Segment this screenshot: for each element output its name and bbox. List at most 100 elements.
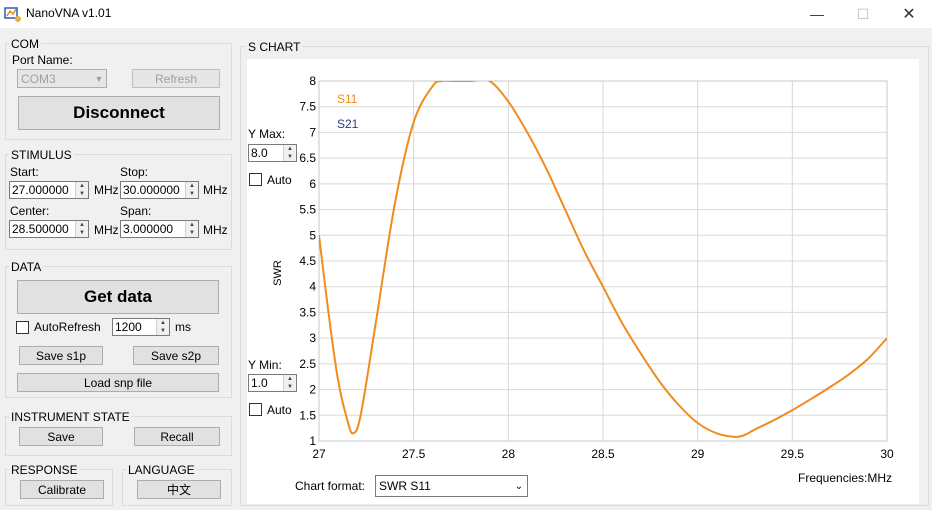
x-tick-label: 29 [691, 447, 705, 461]
y-tick-label: 7 [309, 125, 316, 139]
y-tick-label: 3 [309, 331, 316, 345]
stimulus-group-label: STIMULUS [9, 148, 74, 162]
ymin-auto-checkbox[interactable] [249, 403, 262, 416]
span-value: 3.000000 [123, 222, 174, 236]
ymin-auto-label: Auto [267, 403, 292, 417]
x-tick-label: 28.5 [591, 447, 615, 461]
swr-chart: 1 1.5 2 2.5 3 3.5 4 4.5 5 5.5 6 6.5 7 7.5 8 27 27.5 28 28.… [272, 74, 894, 461]
ymax-field[interactable]: 8.0 ▲ ▼ [248, 144, 297, 162]
span-label: Span: [120, 204, 152, 218]
center-label: Center: [10, 204, 50, 218]
start-field[interactable]: 27.000000 ▲ ▼ [9, 181, 89, 199]
y-tick-label: 6 [309, 177, 316, 191]
minimize-icon: — [810, 6, 824, 22]
window-title: NanoVNA v1.01 [26, 6, 112, 20]
x-tick-label: 27.5 [402, 447, 426, 461]
ymin-value: 1.0 [251, 376, 268, 390]
chart-panel: 1 1.5 2 2.5 3 3.5 4 4.5 5 5.5 6 6.5 7 7.5 8 27 27.5 28 28.… [247, 59, 919, 504]
port-name-label: Port Name: [12, 53, 73, 67]
chevron-down-icon: ▼ [94, 73, 104, 84]
legend-s21: S21 [337, 117, 359, 131]
disconnect-button[interactable]: Disconnect [18, 96, 220, 130]
stop-label: Stop: [120, 165, 149, 179]
com-group-label: COM [9, 37, 41, 51]
span-unit: MHz [203, 223, 228, 237]
start-unit: MHz [94, 183, 119, 197]
span-field[interactable]: 3.000000 ▲ ▼ [120, 220, 199, 238]
ymax-auto-checkbox[interactable] [249, 173, 262, 186]
spinner-icon[interactable]: ▲ ▼ [185, 221, 198, 237]
y-tick-label: 4 [309, 280, 316, 294]
stop-value: 30.000000 [123, 183, 180, 197]
ymax-value: 8.0 [251, 146, 268, 160]
center-field[interactable]: 28.500000 ▲ ▼ [9, 220, 89, 238]
chart-format-label: Chart format: [295, 479, 366, 493]
y-tick-label: 1 [309, 434, 316, 448]
save-s1p-button[interactable]: Save s1p [19, 346, 103, 365]
freq-unit-label: Frequencies:MHz [798, 471, 893, 485]
save-s2p-button[interactable]: Save s2p [133, 346, 219, 365]
calibrate-button[interactable]: Calibrate [20, 480, 104, 499]
autorefresh-unit: ms [175, 320, 191, 334]
maximize-button[interactable]: ☐ [840, 0, 886, 28]
spinner-icon[interactable]: ▲ ▼ [156, 319, 169, 335]
x-tick-label: 27 [312, 447, 326, 461]
language-label: LANGUAGE [126, 463, 197, 477]
start-label: Start: [10, 165, 39, 179]
autorefresh-checkbox[interactable] [16, 321, 29, 334]
data-group-label: DATA [9, 260, 44, 274]
center-unit: MHz [94, 223, 119, 237]
spinner-icon[interactable]: ▲ ▼ [185, 182, 198, 198]
refresh-button[interactable]: Refresh [132, 69, 220, 88]
stop-unit: MHz [203, 183, 228, 197]
x-tick-label: 29.5 [781, 447, 805, 461]
center-value: 28.500000 [12, 222, 69, 236]
spinner-icon[interactable]: ▲ ▼ [75, 221, 88, 237]
ymin-field[interactable]: 1.0 ▲ ▼ [248, 374, 297, 392]
autorefresh-label: AutoRefresh [34, 320, 101, 334]
y-tick-label: 8 [309, 74, 316, 88]
x-tick-label: 30 [880, 447, 894, 461]
s-chart-label: S CHART [246, 40, 303, 54]
legend-s11: S11 [337, 92, 358, 106]
stop-field[interactable]: 30.000000 ▲ ▼ [120, 181, 199, 199]
state-save-button[interactable]: Save [19, 427, 103, 446]
autorefresh-interval-field[interactable]: 1200 ▲ ▼ [112, 318, 170, 336]
y-tick-label: 5 [309, 228, 316, 242]
get-data-button[interactable]: Get data [17, 280, 219, 314]
chart-format-value: SWR S11 [379, 479, 431, 493]
y-tick-label: 7.5 [299, 100, 316, 114]
y-tick-label: 2.5 [299, 357, 316, 371]
autorefresh-value: 1200 [115, 320, 142, 334]
minimize-button[interactable]: — [794, 0, 840, 28]
port-select[interactable]: COM3 ▼ [17, 69, 107, 88]
y-tick-label: 3.5 [299, 305, 316, 319]
spinner-icon[interactable]: ▲ ▼ [283, 375, 296, 391]
port-value: COM3 [21, 71, 56, 86]
ymin-label: Y Min: [248, 358, 282, 372]
close-icon: ✕ [902, 6, 916, 23]
y-tick-label: 6.5 [299, 151, 316, 165]
spinner-icon[interactable]: ▲ ▼ [283, 145, 296, 161]
chevron-down-icon: ⌄ [514, 480, 524, 492]
load-snp-button[interactable]: Load snp file [17, 373, 219, 392]
language-button[interactable]: 中文 [137, 480, 221, 499]
chart-format-select[interactable]: SWR S11 ⌄ [375, 475, 528, 497]
close-button[interactable]: ✕ [886, 0, 932, 28]
y-tick-label: 5.5 [299, 203, 316, 217]
title-bar [0, 0, 932, 28]
response-label: RESPONSE [9, 463, 80, 477]
maximize-icon: ☐ [856, 5, 870, 22]
x-tick-label: 28 [502, 447, 516, 461]
start-value: 27.000000 [12, 183, 69, 197]
y-axis-label: SWR [272, 260, 284, 286]
y-tick-label: 4.5 [299, 254, 316, 268]
ymax-label: Y Max: [248, 127, 286, 141]
spinner-icon[interactable]: ▲ ▼ [75, 182, 88, 198]
y-tick-label: 1.5 [299, 408, 316, 422]
instrument-state-label: INSTRUMENT STATE [9, 410, 132, 424]
state-recall-button[interactable]: Recall [134, 427, 220, 446]
y-tick-label: 2 [309, 383, 316, 397]
app-icon [4, 7, 21, 22]
ymax-auto-label: Auto [267, 173, 292, 187]
